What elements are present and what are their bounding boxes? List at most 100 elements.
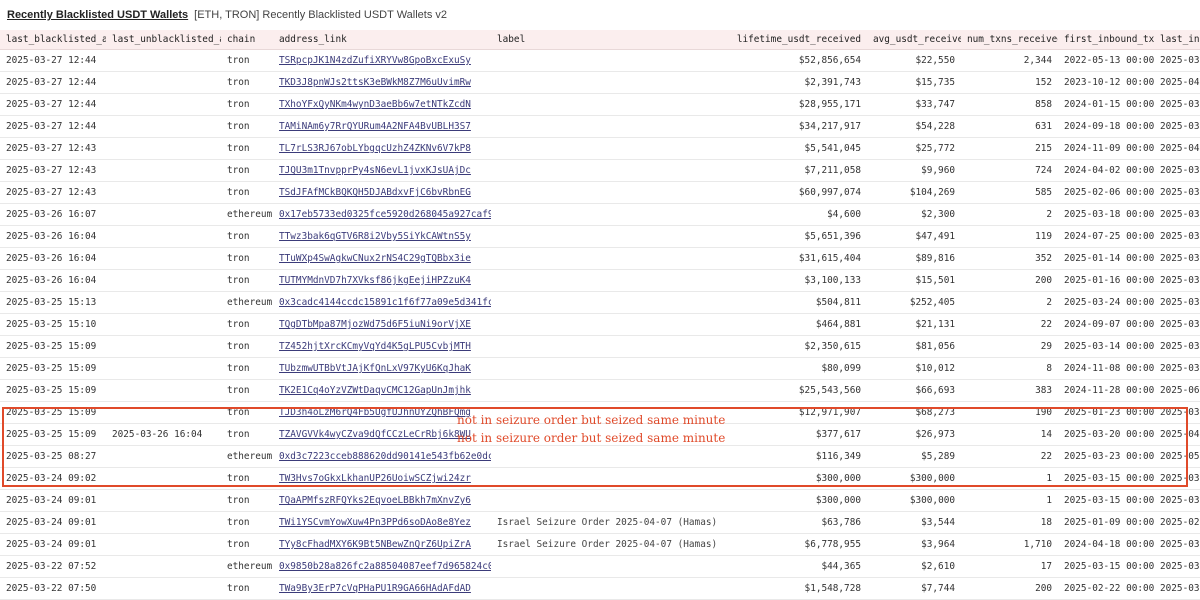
cell-chain: tron xyxy=(221,181,273,204)
address-link[interactable]: 0x3cadc4144ccdc15891c1f6f77a09e5d341fcc0… xyxy=(279,297,491,308)
column-header-chain[interactable]: chain xyxy=(221,30,273,50)
cell-last-blacklisted-at: 2025-03-25 15:13 xyxy=(0,291,106,314)
address-link[interactable]: TTwz3bak6qGTV6R8i2Vby5SiYkCAWtnS5y xyxy=(279,231,471,242)
cell-chain: tron xyxy=(221,423,273,446)
cell-label xyxy=(491,489,727,512)
column-header-address-link[interactable]: address_link xyxy=(273,30,491,50)
table-row: 2025-03-27 12:43 tron TSdJFAfMCkBQKQH5DJAB… xyxy=(0,181,1200,204)
cell-avg-usdt-received: $68,273 xyxy=(867,401,961,424)
cell-avg-usdt-received: $25,772 xyxy=(867,137,961,160)
cell-first-inbound-txn: 2025-01-16 00:00 xyxy=(1058,269,1154,292)
cell-first-inbound-txn: 2024-01-15 00:00 xyxy=(1058,93,1154,116)
cell-last-blacklisted-at: 2025-03-27 12:44 xyxy=(0,93,106,116)
address-link[interactable]: TZ452hjtXrcKCmyVqYd4K5gLPU5CvbjMTH xyxy=(279,341,471,352)
address-link[interactable]: TZAVGVVk4wyCZva9dQfCCzLeCrRbj6k8WU xyxy=(279,429,471,440)
cell-num-txns-received: 152 xyxy=(961,71,1058,94)
address-link[interactable]: TQgDTbMpa87MjozWd75d6F5iuNi9orVjXE xyxy=(279,319,471,330)
address-link[interactable]: TK2E1Cq4oYzVZWtDaqvCMC12GapUnJmjhk xyxy=(279,385,471,396)
address-link[interactable]: TAMiNAm6y7RrQYURum4A2NFA4BvUBLH3S7 xyxy=(279,121,471,132)
cell-last-blacklisted-at: 2025-03-25 15:09 xyxy=(0,423,106,446)
column-header-label[interactable]: label xyxy=(491,30,727,50)
cell-last-unblacklisted-at xyxy=(106,533,221,556)
cell-last-inbound-txn: 2025-02-09 00:00 xyxy=(1154,511,1200,534)
address-link[interactable]: TSdJFAfMCkBQKQH5DJABdxvFjC6bvRbnEG xyxy=(279,187,471,198)
cell-last-blacklisted-at: 2025-03-27 12:44 xyxy=(0,49,106,72)
address-link[interactable]: 0xd3c7223cceb888620dd90141e543fb62e0dc7c… xyxy=(279,451,491,462)
cell-lifetime-usdt-received: $80,099 xyxy=(727,357,867,380)
address-link[interactable]: TXhoYFxQyNKm4wynD3aeBb6w7etNTkZcdN xyxy=(279,99,471,110)
cell-chain: tron xyxy=(221,225,273,248)
address-link[interactable]: TJQU3m1TnvpprPy4sN6evL1jvxKJsUAjDc xyxy=(279,165,471,176)
dashboard-title-link[interactable]: Recently Blacklisted USDT Wallets xyxy=(7,9,188,21)
column-header-first-inbound-txn[interactable]: first_inbound_txn xyxy=(1058,30,1154,50)
cell-num-txns-received: 383 xyxy=(961,379,1058,402)
cell-label xyxy=(491,247,727,270)
cell-last-inbound-txn: 2025-04-02 00:00 xyxy=(1154,71,1200,94)
address-link[interactable]: TUTMYMdnVD7h7XVksf86jkgEejiHPZzuK4 xyxy=(279,275,471,286)
address-link[interactable]: 0x9850b28a826fc2a88504087eef7d965824c0e2… xyxy=(279,561,491,572)
address-link[interactable]: TJD3h4oLzM6rQ4Fb5UgfUJhnUYZQhBFQmg xyxy=(279,407,471,418)
cell-first-inbound-txn: 2025-01-09 00:00 xyxy=(1058,511,1154,534)
cell-lifetime-usdt-received: $31,615,404 xyxy=(727,247,867,270)
results-table-container: last_blacklisted_at last_unblacklisted_at… xyxy=(0,30,1200,600)
cell-num-txns-received: 2 xyxy=(961,203,1058,226)
cell-first-inbound-txn: 2024-09-07 00:00 xyxy=(1058,313,1154,336)
address-link[interactable]: TL7rLS3RJ67obLYbgqcUzhZ4ZKNv6V7kP8 xyxy=(279,143,471,154)
cell-last-blacklisted-at: 2025-03-25 15:09 xyxy=(0,401,106,424)
cell-label xyxy=(491,335,727,358)
cell-last-unblacklisted-at xyxy=(106,203,221,226)
cell-chain: tron xyxy=(221,313,273,336)
cell-chain: ethereum xyxy=(221,445,273,468)
cell-avg-usdt-received: $10,012 xyxy=(867,357,961,380)
cell-last-blacklisted-at: 2025-03-26 16:07 xyxy=(0,203,106,226)
address-link[interactable]: TW3Hvs7oGkxLkhanUP26UoiwSCZjwi24zr xyxy=(279,473,471,484)
cell-last-unblacklisted-at xyxy=(106,489,221,512)
column-header-avg-usdt-received[interactable]: avg_usdt_received xyxy=(867,30,961,50)
address-link[interactable]: TKD3J8pnWJs2ttsK3eBWkM8Z7M6uUvimRw xyxy=(279,77,471,88)
address-link[interactable]: 0x17eb5733ed0325fce5920d268045a927caf965… xyxy=(279,209,491,220)
cell-address-link: TZ452hjtXrcKCmyVqYd4K5gLPU5CvbjMTH xyxy=(273,335,491,358)
cell-first-inbound-txn: 2024-09-18 00:00 xyxy=(1058,115,1154,138)
cell-address-link: TAMiNAm6y7RrQYURum4A2NFA4BvUBLH3S7 xyxy=(273,115,491,138)
dashboard-subtitle: [ETH, TRON] Recently Blacklisted USDT Wa… xyxy=(194,9,448,21)
address-link[interactable]: TUbzmwUTBbVtJAjKfQnLxV97KyU6KqJhaK xyxy=(279,363,471,374)
column-header-last-blacklisted-at[interactable]: last_blacklisted_at xyxy=(0,30,106,50)
cell-avg-usdt-received: $252,405 xyxy=(867,291,961,314)
column-header-lifetime-usdt-received[interactable]: lifetime_usdt_received xyxy=(727,30,867,50)
cell-lifetime-usdt-received: $28,955,171 xyxy=(727,93,867,116)
cell-lifetime-usdt-received: $2,350,615 xyxy=(727,335,867,358)
cell-address-link: TUbzmwUTBbVtJAjKfQnLxV97KyU6KqJhaK xyxy=(273,357,491,380)
cell-last-blacklisted-at: 2025-03-22 07:52 xyxy=(0,555,106,578)
cell-address-link: TSRpcpJK1N4zdZufiXRYVw8GpoBxcExuSy xyxy=(273,49,491,72)
table-row: 2025-03-27 12:44 tron TSRpcpJK1N4zdZufiXRY… xyxy=(0,49,1200,72)
cell-last-unblacklisted-at xyxy=(106,93,221,116)
cell-last-unblacklisted-at xyxy=(106,445,221,468)
table-row: 2025-03-27 12:44 tron TAMiNAm6y7RrQYURum4A… xyxy=(0,115,1200,138)
table-row: 2025-03-24 09:01 tron TWi1YSCvmYowXuw4Pn3P… xyxy=(0,511,1200,534)
table-row: 2025-03-25 15:10 tron TQgDTbMpa87MjozWd75d… xyxy=(0,313,1200,336)
address-link[interactable]: TQaAPMfszRFQYks2EqvoeLBBkh7mXnvZy6 xyxy=(279,495,471,506)
cell-address-link: TQaAPMfszRFQYks2EqvoeLBBkh7mXnvZy6 xyxy=(273,489,491,512)
address-link[interactable]: TTuWXp4SwAgkwCNux2rNS4C29gTQBbx3ie xyxy=(279,253,471,264)
cell-chain: ethereum xyxy=(221,291,273,314)
cell-last-blacklisted-at: 2025-03-25 15:10 xyxy=(0,313,106,336)
cell-num-txns-received: 14 xyxy=(961,423,1058,446)
cell-label xyxy=(491,555,727,578)
cell-label xyxy=(491,467,727,490)
address-link[interactable]: TSRpcpJK1N4zdZufiXRYVw8GpoBxcExuSy xyxy=(279,55,471,66)
cell-address-link: 0xd3c7223cceb888620dd90141e543fb62e0dc7c… xyxy=(273,445,491,468)
cell-lifetime-usdt-received: $5,541,045 xyxy=(727,137,867,160)
column-header-last-inbound-txn[interactable]: last_inbound_txn xyxy=(1154,30,1200,50)
cell-avg-usdt-received: $54,228 xyxy=(867,115,961,138)
cell-last-blacklisted-at: 2025-03-26 16:04 xyxy=(0,269,106,292)
cell-avg-usdt-received: $21,131 xyxy=(867,313,961,336)
column-header-num-txns-received[interactable]: num_txns_received xyxy=(961,30,1058,50)
address-link[interactable]: TWi1YSCvmYowXuw4Pn3PPd6soDAo8e8Yez xyxy=(279,517,471,528)
results-table: last_blacklisted_at last_unblacklisted_at… xyxy=(0,30,1200,600)
column-header-last-unblacklisted-at[interactable]: last_unblacklisted_at xyxy=(106,30,221,50)
cell-last-inbound-txn: 2025-03-25 00:00 xyxy=(1154,401,1200,424)
table-row: 2025-03-22 07:52 ethereum 0x9850b28a826fc2… xyxy=(0,555,1200,578)
cell-avg-usdt-received: $15,501 xyxy=(867,269,961,292)
cell-num-txns-received: 200 xyxy=(961,269,1058,292)
address-link[interactable]: TWa9By3ErP7cVqPHaPU1R9GA66HAdAFdAD xyxy=(279,583,471,594)
